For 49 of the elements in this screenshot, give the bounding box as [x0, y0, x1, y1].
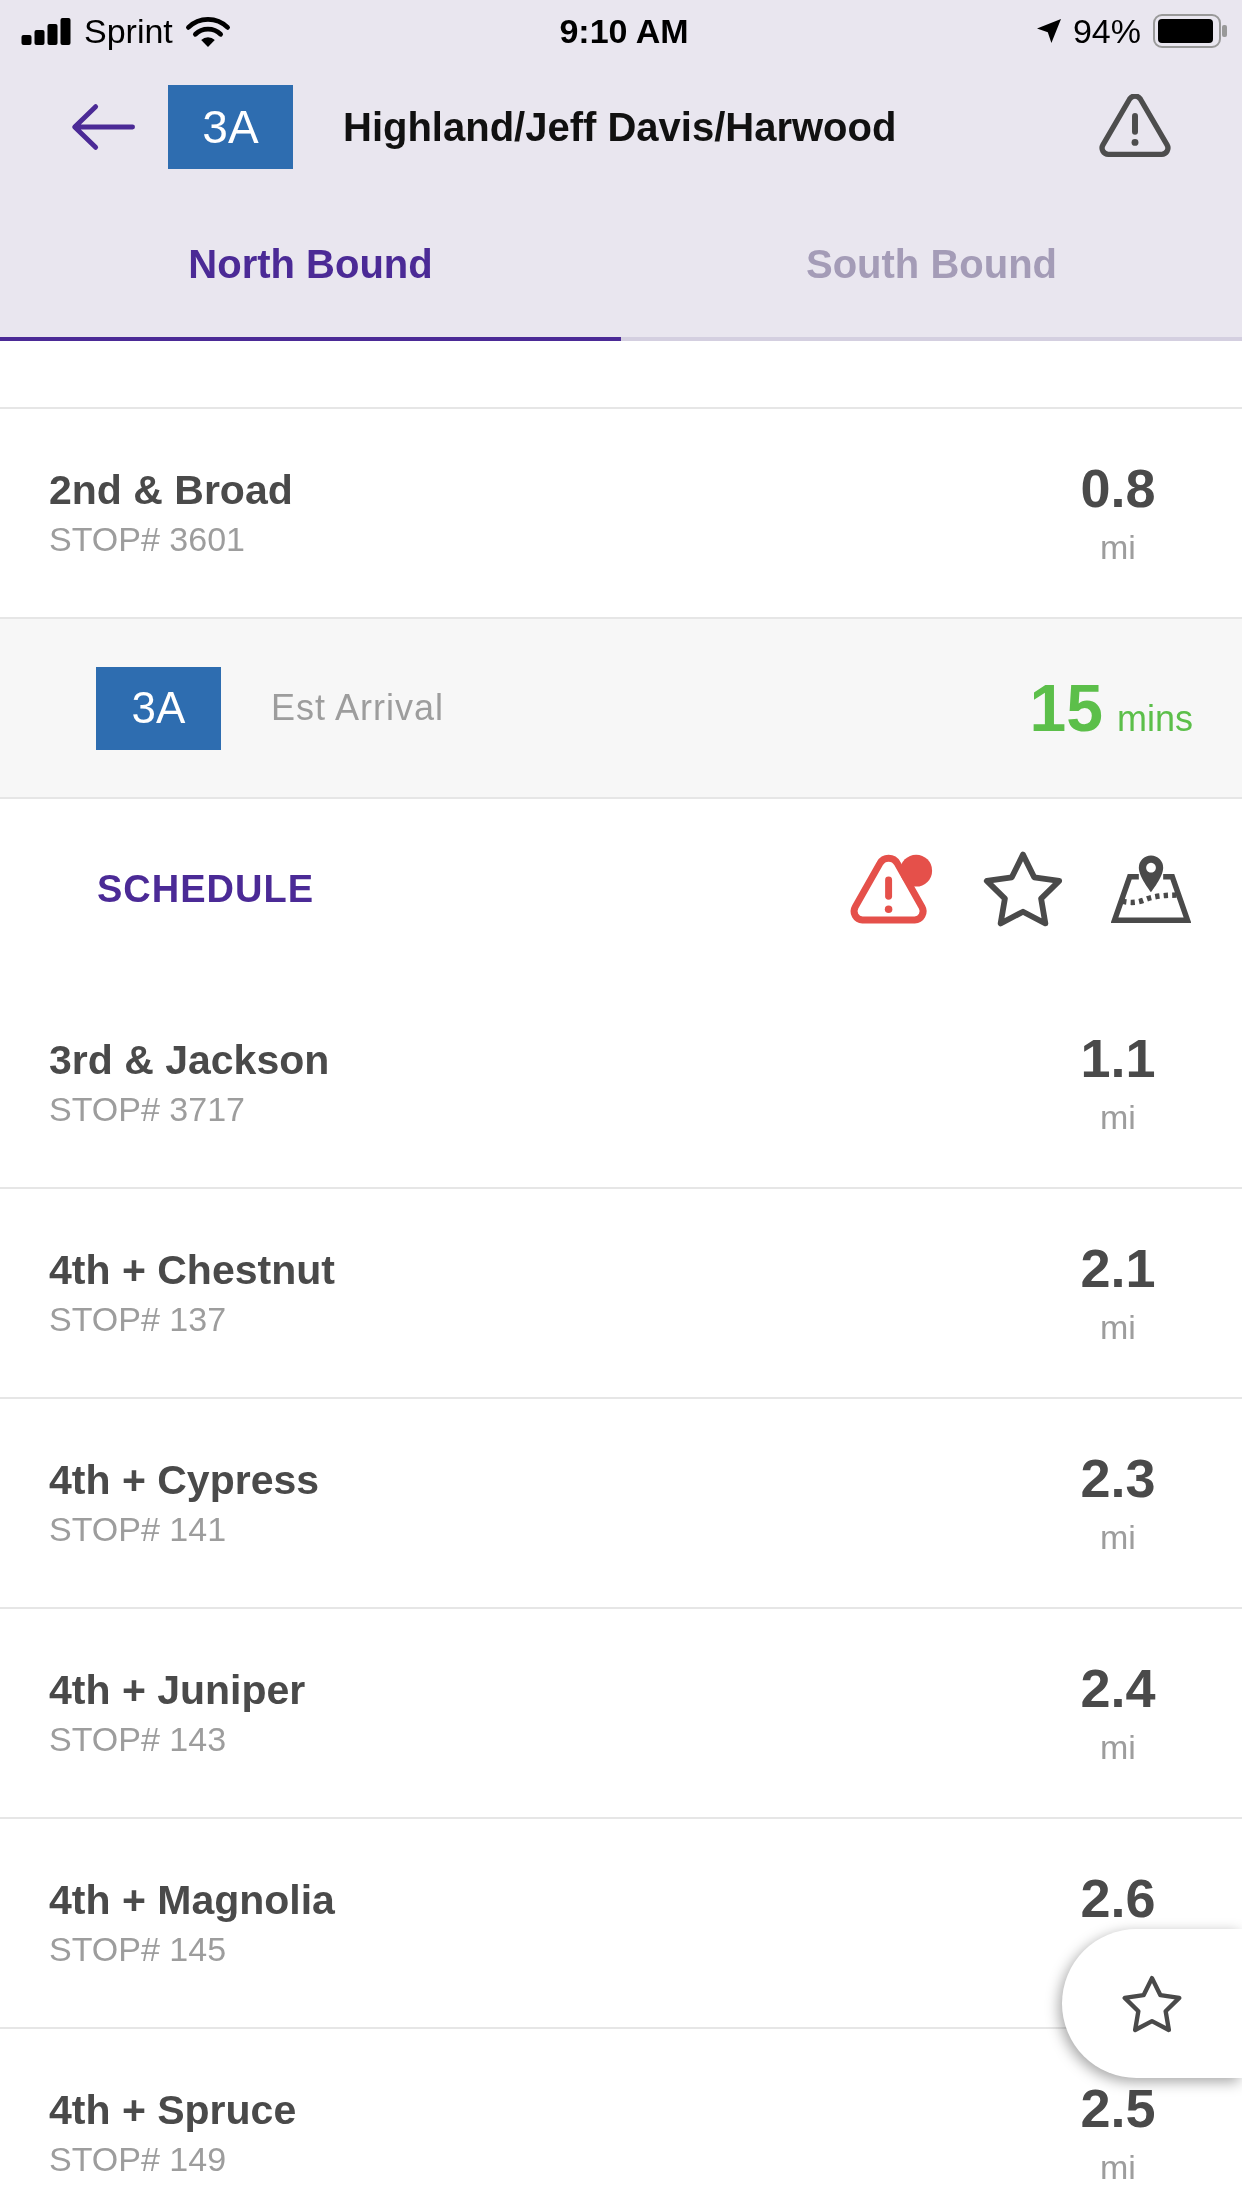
warning-icon[interactable] — [1098, 94, 1172, 160]
stop-name[interactable]: 4th + Juniper — [49, 1666, 306, 1715]
battery-percent: 94% — [1072, 14, 1141, 48]
distance-value: 2.6 — [1080, 1868, 1156, 1928]
stop-number: STOP# 141 — [49, 1509, 227, 1550]
stop-number: STOP# 143 — [49, 1719, 227, 1760]
stop-name[interactable]: 2nd & Broad — [49, 466, 293, 515]
battery-icon — [1153, 14, 1228, 48]
back-arrow-icon[interactable] — [70, 103, 136, 151]
stop-number: STOP# 3717 — [49, 1089, 245, 1130]
distance-unit: mi — [1100, 1306, 1136, 1348]
direction-tab[interactable]: North Bound — [0, 192, 621, 341]
arrival-label: Est Arrival — [271, 687, 445, 729]
route-title: Highland/Jeff Davis/Harwood — [343, 104, 897, 150]
distance-value: 0.8 — [1080, 458, 1156, 518]
stop-name[interactable]: 4th + Magnolia — [49, 1876, 335, 1925]
distance-unit: mi — [1100, 1516, 1136, 1558]
map-pin-icon[interactable] — [1111, 854, 1191, 924]
stop-name[interactable]: 4th + Chestnut — [49, 1246, 335, 1295]
stop-number: STOP# 3601 — [49, 519, 245, 560]
route-badge: 3A — [168, 85, 293, 169]
warning-icon[interactable] — [848, 852, 935, 926]
stop-name[interactable]: 3rd & Jackson — [49, 1036, 330, 1085]
distance-value: 2.4 — [1080, 1658, 1156, 1718]
distance-unit: mi — [1100, 2146, 1136, 2188]
signal-icon — [20, 17, 72, 45]
distance-value: 1.1 — [1080, 1028, 1156, 1088]
star-button[interactable] — [1062, 1929, 1242, 2078]
carrier-name: Sprint — [84, 14, 173, 48]
distance-value: 2.1 — [1080, 1238, 1156, 1298]
distance-unit: mi — [1100, 526, 1136, 568]
distance-value: 2.3 — [1080, 1448, 1156, 1508]
stop-number: STOP# 145 — [49, 1929, 227, 1970]
distance-value: 2.5 — [1080, 2078, 1156, 2138]
schedule-link[interactable]: SCHEDULE — [97, 867, 315, 911]
route-badge: 3A — [96, 666, 221, 750]
arrival-unit: mins — [1117, 701, 1193, 737]
distance-unit: mi — [1100, 1726, 1136, 1768]
star-icon[interactable] — [983, 851, 1063, 927]
arrival-minutes: 15 — [1029, 675, 1103, 741]
distance-unit: mi — [1100, 1096, 1136, 1138]
star-icon[interactable] — [1122, 1974, 1182, 2033]
clock-time: 9:10 AM — [559, 14, 689, 48]
stop-name[interactable]: 4th + Cypress — [49, 1456, 320, 1505]
stop-number: STOP# 149 — [49, 2139, 227, 2180]
wifi-icon — [184, 14, 231, 48]
stop-number: STOP# 137 — [49, 1299, 227, 1340]
location-icon — [1036, 18, 1061, 44]
stop-name[interactable]: 4th + Spruce — [49, 2086, 297, 2135]
